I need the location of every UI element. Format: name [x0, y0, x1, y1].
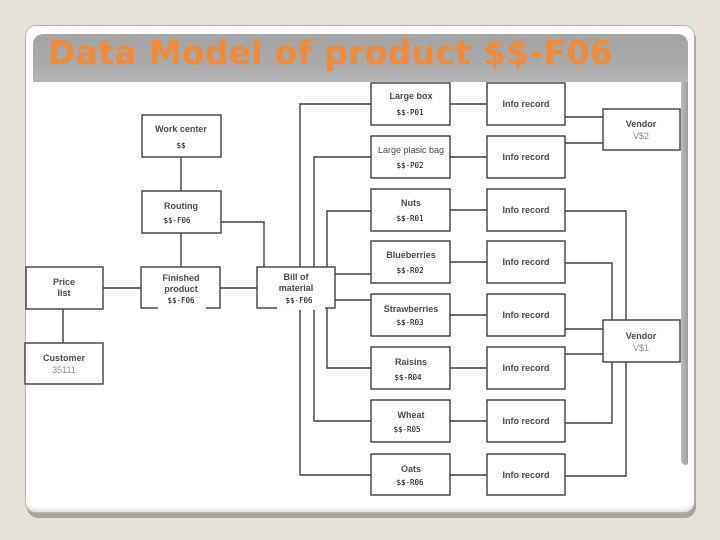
node-label-line1: Price [53, 277, 75, 287]
node-label: Vendor [626, 331, 657, 341]
node-material-strawberries: Strawberries $$-R03 [370, 293, 451, 337]
node-label-line1: Finished [162, 273, 199, 283]
node-label-line1: Bill of [284, 272, 310, 282]
node-code: $$-R06 [396, 478, 424, 487]
node-work-center: Work center $$ [141, 114, 222, 158]
node-code: $$-R01 [396, 214, 423, 223]
vendor-id: V$1 [633, 343, 649, 353]
box-border [370, 240, 451, 284]
connector-info4-vendor1 [565, 262, 613, 320]
box-border [370, 293, 451, 337]
node-code: $$-R03 [396, 318, 423, 327]
node-info-record-7: Info record [486, 399, 566, 443]
node-label: Info record [502, 416, 549, 426]
node-label: Routing [164, 201, 198, 211]
node-finished-product: Finished product $$-F06 [140, 266, 221, 310]
box-border [370, 346, 451, 390]
node-info-record-1: Info record [486, 82, 566, 126]
connector-bom-raisins [326, 308, 371, 369]
node-label-line2: material [279, 283, 314, 293]
box-border [602, 108, 681, 151]
node-info-record-3: Info record [486, 188, 566, 232]
node-label: Oats [401, 464, 421, 474]
node-label: Raisins [395, 357, 427, 367]
connector-bom-wheat [313, 308, 371, 422]
node-vendor-v2: Vendor V$2 [602, 108, 681, 151]
node-label: Info record [502, 310, 549, 320]
node-material-large-box: Large box $$-P01 [370, 82, 451, 126]
node-info-record-8: Info record [486, 453, 566, 496]
data-model-diagram: Work center $$ Routing $$-F06 Price list… [24, 82, 681, 496]
node-label: Work center [155, 124, 207, 134]
node-code: $$-R04 [394, 373, 422, 382]
node-code: $$-R05 [393, 425, 420, 434]
connector-info8-vendor1 [565, 362, 627, 477]
node-label: Strawberries [384, 304, 439, 314]
connector-bom-oats [299, 308, 371, 476]
node-material-oats: Oats $$-R06 [370, 453, 451, 496]
box-border [141, 190, 222, 234]
node-material-nuts: Nuts $$-R01 [370, 188, 451, 232]
node-label: Info record [502, 99, 549, 109]
node-code: $$-R02 [396, 266, 423, 275]
node-label: Info record [502, 205, 549, 215]
node-label: Wheat [398, 410, 425, 420]
customer-number: 35111 [52, 365, 76, 375]
node-label: Nuts [401, 198, 421, 208]
node-bill-of-material: Bill of material $$-F06 [256, 266, 336, 310]
node-label: Customer [43, 353, 86, 363]
node-label: Blueberries [386, 250, 436, 260]
node-info-record-5: Info record [486, 293, 566, 337]
node-label: Info record [502, 152, 549, 162]
node-label-line2: product [164, 284, 198, 294]
box-border [370, 188, 451, 232]
node-label: Info record [502, 363, 549, 373]
node-label-line2: list [57, 288, 70, 298]
node-info-record-4: Info record [486, 240, 566, 284]
node-code: $$-F06 [167, 296, 195, 305]
box-border [370, 82, 451, 126]
node-material-large-plastic-bag: Large plasic bag $$-P02 [370, 135, 451, 179]
node-code: $$-P02 [396, 161, 423, 170]
node-code: $$ [176, 141, 186, 150]
connector-bom-plastic-bag [313, 156, 371, 267]
node-vendor-v1: Vendor V$1 [602, 319, 681, 363]
connector-routing-bom [221, 221, 265, 267]
node-code: $$-F06 [285, 296, 313, 305]
connector-info3-vendor1 [565, 210, 627, 320]
node-material-wheat: Wheat $$-R05 [370, 399, 451, 443]
node-info-record-6: Info record [486, 346, 566, 390]
connector-bom-nuts [326, 210, 371, 267]
connector-bom-large-box [299, 103, 371, 267]
box-border [370, 453, 451, 496]
node-label: Vendor [626, 119, 657, 129]
box-border [370, 399, 451, 443]
node-label: Large plasic bag [378, 145, 444, 155]
vendor-id: V$2 [633, 131, 649, 141]
node-label: Info record [502, 470, 549, 480]
node-routing: Routing $$-F06 [141, 190, 222, 234]
box-border [141, 114, 222, 158]
node-material-raisins: Raisins $$-R04 [370, 346, 451, 390]
node-code: $$-P01 [396, 108, 423, 117]
box-border [24, 342, 104, 385]
node-customer: Customer 35111 [24, 342, 104, 385]
node-code: $$-F06 [163, 216, 191, 225]
node-label: Large box [389, 91, 432, 101]
node-label: Info record [502, 257, 549, 267]
connector-info7-vendor1 [565, 362, 613, 424]
node-price-list: Price list [25, 266, 104, 310]
box-border [602, 319, 681, 363]
box-border [370, 135, 451, 179]
node-info-record-2: Info record [486, 135, 566, 179]
node-material-blueberries: Blueberries $$-R02 [370, 240, 451, 284]
